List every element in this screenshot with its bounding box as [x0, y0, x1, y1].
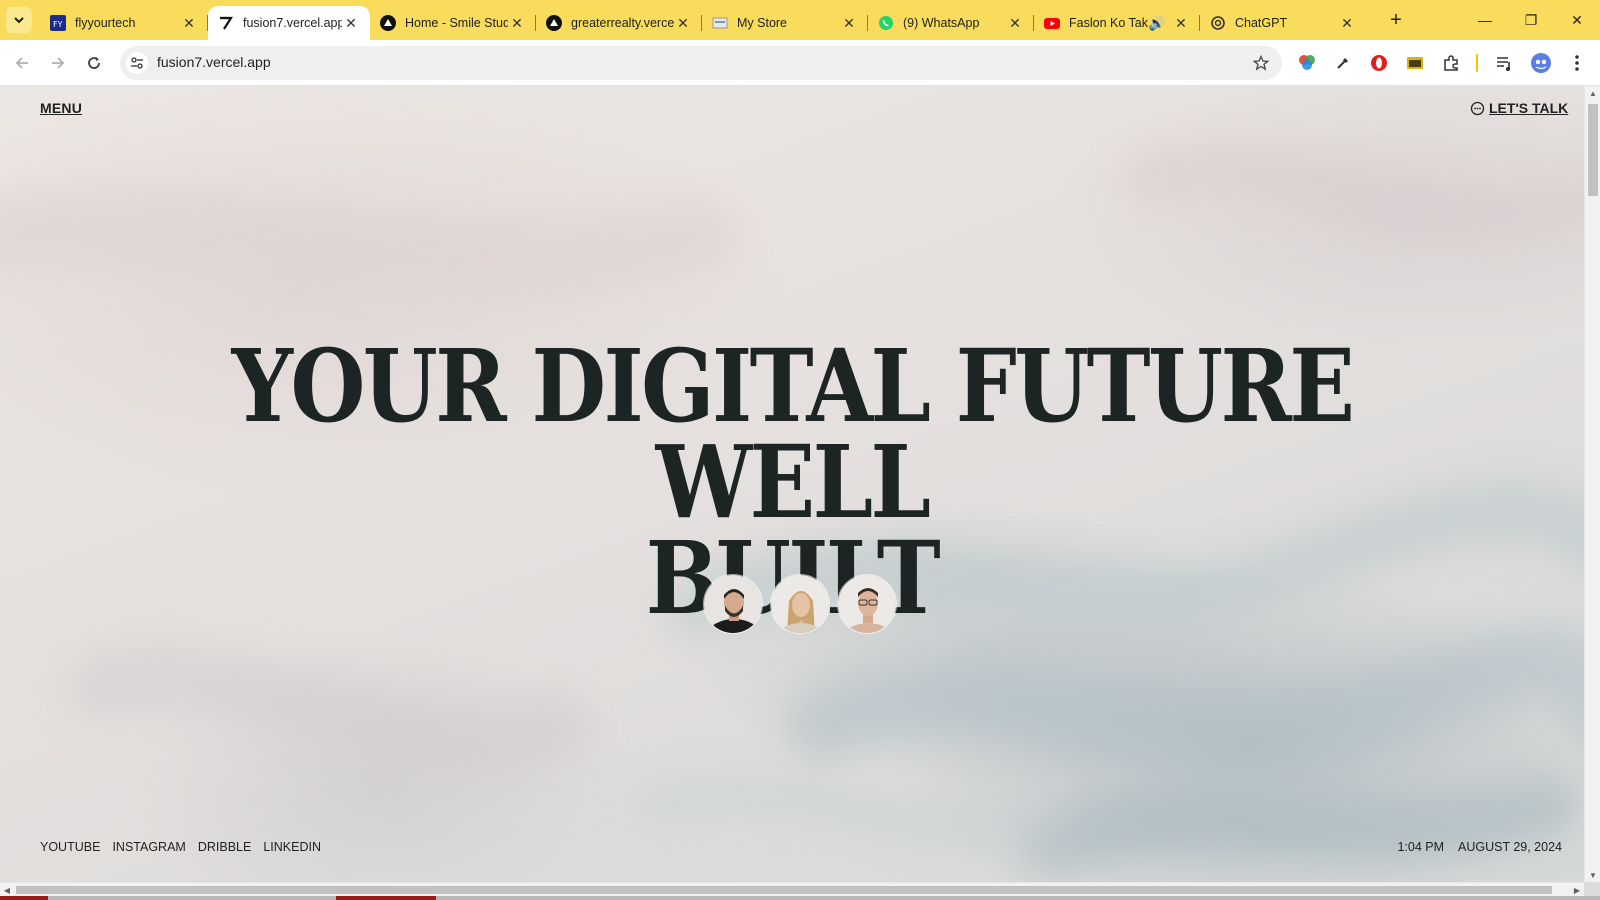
menu-link[interactable]: MENU: [40, 100, 82, 116]
color-picker-extension-icon[interactable]: [1296, 52, 1318, 74]
tab-whatsapp[interactable]: (9) WhatsApp ✕: [868, 6, 1034, 40]
whatsapp-favicon: [878, 15, 894, 31]
profile-avatar[interactable]: [1530, 52, 1552, 74]
scroll-right-arrow-icon[interactable]: ▶: [1570, 883, 1584, 897]
web-page: MENU LET'S TALK YOUR DIGITAL FUTURE WELL…: [0, 86, 1584, 882]
hero-line-1: YOUR DIGITAL FUTURE WELL: [231, 327, 1355, 541]
tab-search-button[interactable]: [6, 7, 32, 33]
svg-text:FY: FY: [53, 20, 63, 29]
vercel-triangle-favicon: [546, 15, 562, 31]
scroll-left-arrow-icon[interactable]: ◀: [0, 883, 14, 897]
lets-talk-link[interactable]: LET'S TALK: [1469, 100, 1568, 116]
address-bar[interactable]: fusion7.vercel.app: [120, 46, 1282, 80]
tab-youtube[interactable]: Faslon Ko Tak 🔊 ✕: [1034, 6, 1200, 40]
close-icon[interactable]: ✕: [840, 14, 858, 32]
tab-title: fusion7.vercel.app: [243, 16, 342, 30]
tab-fusion7[interactable]: fusion7.vercel.app ✕: [208, 6, 370, 40]
forward-button[interactable]: [46, 51, 70, 75]
vercel-slash-favicon: [218, 15, 234, 31]
close-icon[interactable]: ✕: [342, 14, 360, 32]
avatar: [703, 574, 763, 634]
close-icon[interactable]: ✕: [1338, 14, 1356, 32]
reload-icon: [88, 57, 100, 69]
tab-smile-studio[interactable]: Home - Smile Stud ✕: [370, 6, 536, 40]
avatar: [770, 574, 830, 634]
arrow-right-icon: [52, 57, 65, 69]
close-icon[interactable]: ✕: [1006, 14, 1024, 32]
chatgpt-favicon: [1210, 15, 1226, 31]
lets-talk-label: LET'S TALK: [1489, 100, 1569, 116]
tab-title: ChatGPT: [1235, 16, 1288, 30]
close-icon[interactable]: ✕: [508, 14, 526, 32]
avatar: [837, 574, 897, 634]
scroll-down-arrow-icon[interactable]: ▼: [1585, 868, 1600, 882]
close-icon[interactable]: ✕: [180, 14, 198, 32]
url-text[interactable]: fusion7.vercel.app: [157, 54, 271, 70]
social-link-linkedin[interactable]: LINKEDIN: [263, 840, 321, 854]
taskbar-edge: [0, 896, 1600, 900]
browser-tab-strip: FY flyyourtech ✕ fusion7.vercel.app ✕ Ho…: [0, 0, 1600, 40]
opera-extension-icon[interactable]: [1368, 52, 1390, 74]
tab-title: flyyourtech: [75, 16, 136, 30]
taskbar-accent: [336, 896, 436, 900]
social-links: YOUTUBE INSTAGRAM DRIBBLE LINKEDIN: [40, 840, 333, 854]
arrow-left-icon: [15, 57, 28, 69]
site-settings-icon[interactable]: [126, 52, 148, 74]
tab-title: Home - Smile Stud: [405, 16, 508, 30]
social-link-youtube[interactable]: YOUTUBE: [40, 840, 100, 854]
chevron-down-icon: [14, 17, 24, 24]
team-avatars: [703, 574, 904, 634]
more-menu-icon[interactable]: [1566, 52, 1588, 74]
back-button[interactable]: [10, 51, 34, 75]
social-link-instagram[interactable]: INSTAGRAM: [112, 840, 185, 854]
social-link-dribble[interactable]: DRIBBLE: [198, 840, 252, 854]
browser-toolbar: fusion7.vercel.app: [0, 40, 1600, 86]
current-date: AUGUST 29, 2024: [1458, 840, 1562, 854]
speaker-icon[interactable]: 🔊: [1148, 14, 1166, 32]
scrollbar-corner: [1584, 882, 1600, 896]
extensions-puzzle-icon[interactable]: [1440, 52, 1462, 74]
store-favicon: [712, 15, 728, 31]
tab-title: (9) WhatsApp: [903, 16, 980, 30]
vertical-scroll-thumb[interactable]: [1588, 104, 1598, 196]
tab-title: Faslon Ko Tak: [1069, 16, 1148, 30]
close-icon[interactable]: ✕: [674, 14, 692, 32]
current-time: 1:04 PM: [1397, 840, 1444, 854]
tab-title: greaterrealty.verce: [571, 16, 674, 30]
taskbar-accent: [0, 896, 48, 900]
new-tab-button[interactable]: +: [1384, 8, 1408, 32]
flyyourtech-favicon: FY: [50, 15, 66, 31]
tab-title: My Store: [737, 16, 788, 30]
youtube-favicon: [1044, 15, 1060, 31]
close-icon[interactable]: ✕: [1172, 14, 1190, 32]
restore-icon[interactable]: ❐: [1508, 0, 1554, 40]
horizontal-scroll-thumb[interactable]: [16, 886, 1552, 894]
reload-button[interactable]: [82, 51, 106, 75]
tab-greaterrealty[interactable]: greaterrealty.verce ✕: [536, 6, 702, 40]
horizontal-scrollbar[interactable]: ◀ ▶: [0, 882, 1584, 896]
scroll-up-arrow-icon[interactable]: ▲: [1585, 86, 1600, 100]
minimize-icon[interactable]: —: [1462, 0, 1508, 40]
close-window-icon[interactable]: ✕: [1554, 0, 1600, 40]
bookmark-star-icon[interactable]: [1250, 52, 1272, 74]
tab-flyyourtech[interactable]: FY flyyourtech ✕: [40, 6, 208, 40]
tab-my-store[interactable]: My Store ✕: [702, 6, 868, 40]
tab-list: FY flyyourtech ✕ fusion7.vercel.app ✕ Ho…: [40, 6, 1366, 40]
vercel-triangle-favicon: [380, 15, 396, 31]
time-date: 1:04 PM AUGUST 29, 2024: [1383, 840, 1562, 854]
tab-chatgpt[interactable]: ChatGPT ✕: [1200, 6, 1366, 40]
media-controls-icon[interactable]: [1494, 52, 1516, 74]
vertical-scrollbar[interactable]: ▲ ▼: [1584, 86, 1600, 882]
folder-extension-icon[interactable]: [1404, 52, 1426, 74]
chat-bubble-icon: [1469, 100, 1485, 116]
eyedropper-extension-icon[interactable]: [1332, 52, 1354, 74]
toolbar-divider: [1476, 54, 1478, 72]
